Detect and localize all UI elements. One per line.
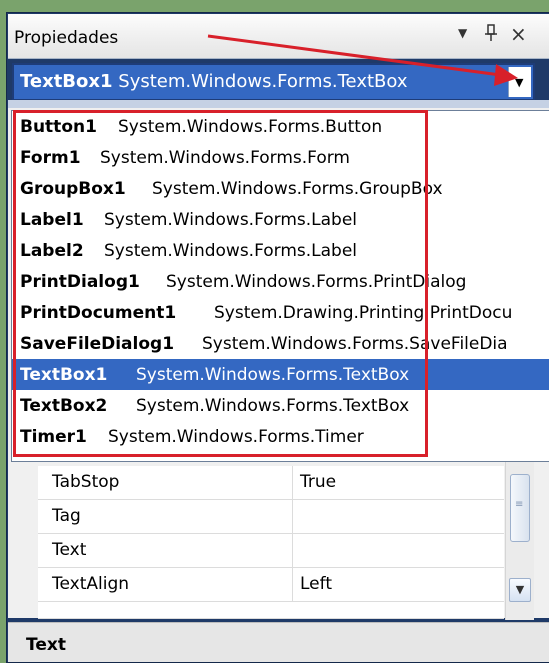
selected-object: TextBox1 System.Windows.Forms.TextBox: [20, 71, 408, 92]
property-value[interactable]: True: [300, 472, 336, 492]
chevron-down-icon: ▼: [515, 583, 525, 596]
list-item[interactable]: Label1 System.Windows.Forms.Label: [12, 204, 549, 235]
item-type: System.Windows.Forms.Form: [100, 148, 350, 168]
property-name: Tag: [52, 506, 81, 526]
vertical-scrollbar[interactable]: ≡ ▼: [505, 460, 534, 620]
list-item[interactable]: Label2 System.Windows.Forms.Label: [12, 235, 549, 266]
property-row[interactable]: TextAlign Left: [38, 568, 504, 602]
item-name: TextBox1: [20, 365, 108, 385]
item-name: Button1: [20, 117, 97, 137]
column-divider: [292, 568, 293, 601]
list-item[interactable]: Button1 System.Windows.Forms.Button: [12, 111, 549, 142]
item-type: System.Windows.Forms.Label: [104, 210, 358, 230]
properties-titlebar: Propiedades ▼ ×: [8, 14, 549, 59]
window-position-icon[interactable]: ▼: [458, 26, 467, 40]
combo-dropdown-button[interactable]: ▼: [508, 67, 531, 97]
item-name: GroupBox1: [20, 179, 126, 199]
item-name: SaveFileDialog1: [20, 334, 175, 354]
item-type: System.Windows.Forms.Timer: [108, 427, 364, 447]
chevron-down-icon: ▼: [515, 76, 524, 89]
list-item[interactable]: GroupBox1 System.Windows.Forms.GroupBox: [12, 173, 549, 204]
grip-icon: ≡: [515, 499, 524, 510]
panel-title: Propiedades: [14, 28, 119, 48]
list-item[interactable]: TextBox2 System.Windows.Forms.TextBox: [12, 390, 549, 421]
property-value[interactable]: Left: [300, 574, 332, 594]
item-type: System.Windows.Forms.TextBox: [136, 396, 410, 416]
item-type: System.Windows.Forms.GroupBox: [152, 179, 443, 199]
property-row[interactable]: Text: [38, 534, 504, 568]
item-type: System.Windows.Forms.PrintDialog: [166, 272, 467, 292]
item-type: System.Windows.Forms.Button: [118, 117, 383, 137]
item-name: Timer1: [20, 427, 87, 447]
scrollbar-thumb[interactable]: ≡: [510, 474, 530, 542]
object-dropdown-list[interactable]: Button1 System.Windows.Forms.Button Form1…: [11, 110, 549, 462]
property-name: Text: [52, 540, 87, 560]
property-row-partial: [38, 602, 504, 619]
pin-icon[interactable]: [484, 24, 498, 47]
property-name: TabStop: [52, 472, 120, 492]
property-row[interactable]: Tag: [38, 500, 504, 534]
item-name: Label1: [20, 210, 84, 230]
column-divider: [292, 466, 293, 499]
toolbar-strip: [8, 100, 549, 108]
item-type: System.Windows.Forms.SaveFileDia: [202, 334, 508, 354]
item-name: Label2: [20, 241, 84, 261]
list-item[interactable]: Timer1 System.Windows.Forms.Timer: [12, 421, 549, 452]
column-divider: [292, 500, 293, 533]
object-selector-combo[interactable]: TextBox1 System.Windows.Forms.TextBox ▼: [12, 63, 535, 101]
description-title: Text: [26, 635, 66, 655]
list-item[interactable]: PrintDialog1 System.Windows.Forms.PrintDi…: [12, 266, 549, 297]
close-icon[interactable]: ×: [510, 22, 527, 46]
item-name: PrintDialog1: [20, 272, 140, 292]
selected-object-name: TextBox1: [20, 71, 113, 92]
item-name: PrintDocument1: [20, 303, 177, 323]
list-item[interactable]: SaveFileDialog1 System.Windows.Forms.Save…: [12, 328, 549, 359]
selected-object-type: System.Windows.Forms.TextBox: [118, 71, 408, 92]
column-divider: [292, 534, 293, 567]
list-item-selected[interactable]: TextBox1 System.Windows.Forms.TextBox: [12, 359, 549, 390]
item-type: System.Drawing.Printing.PrintDocu: [214, 303, 513, 323]
list-item[interactable]: Form1 System.Windows.Forms.Form: [12, 142, 549, 173]
item-type: System.Windows.Forms.TextBox: [136, 365, 410, 385]
item-type: System.Windows.Forms.Label: [104, 241, 358, 261]
property-row[interactable]: TabStop True: [38, 466, 504, 500]
description-pane: Text: [8, 622, 549, 662]
list-item[interactable]: PrintDocument1 System.Drawing.Printing.Pr…: [12, 297, 549, 328]
property-name: TextAlign: [52, 574, 130, 594]
item-name: Form1: [20, 148, 81, 168]
scroll-down-button[interactable]: ▼: [509, 578, 531, 602]
item-name: TextBox2: [20, 396, 108, 416]
